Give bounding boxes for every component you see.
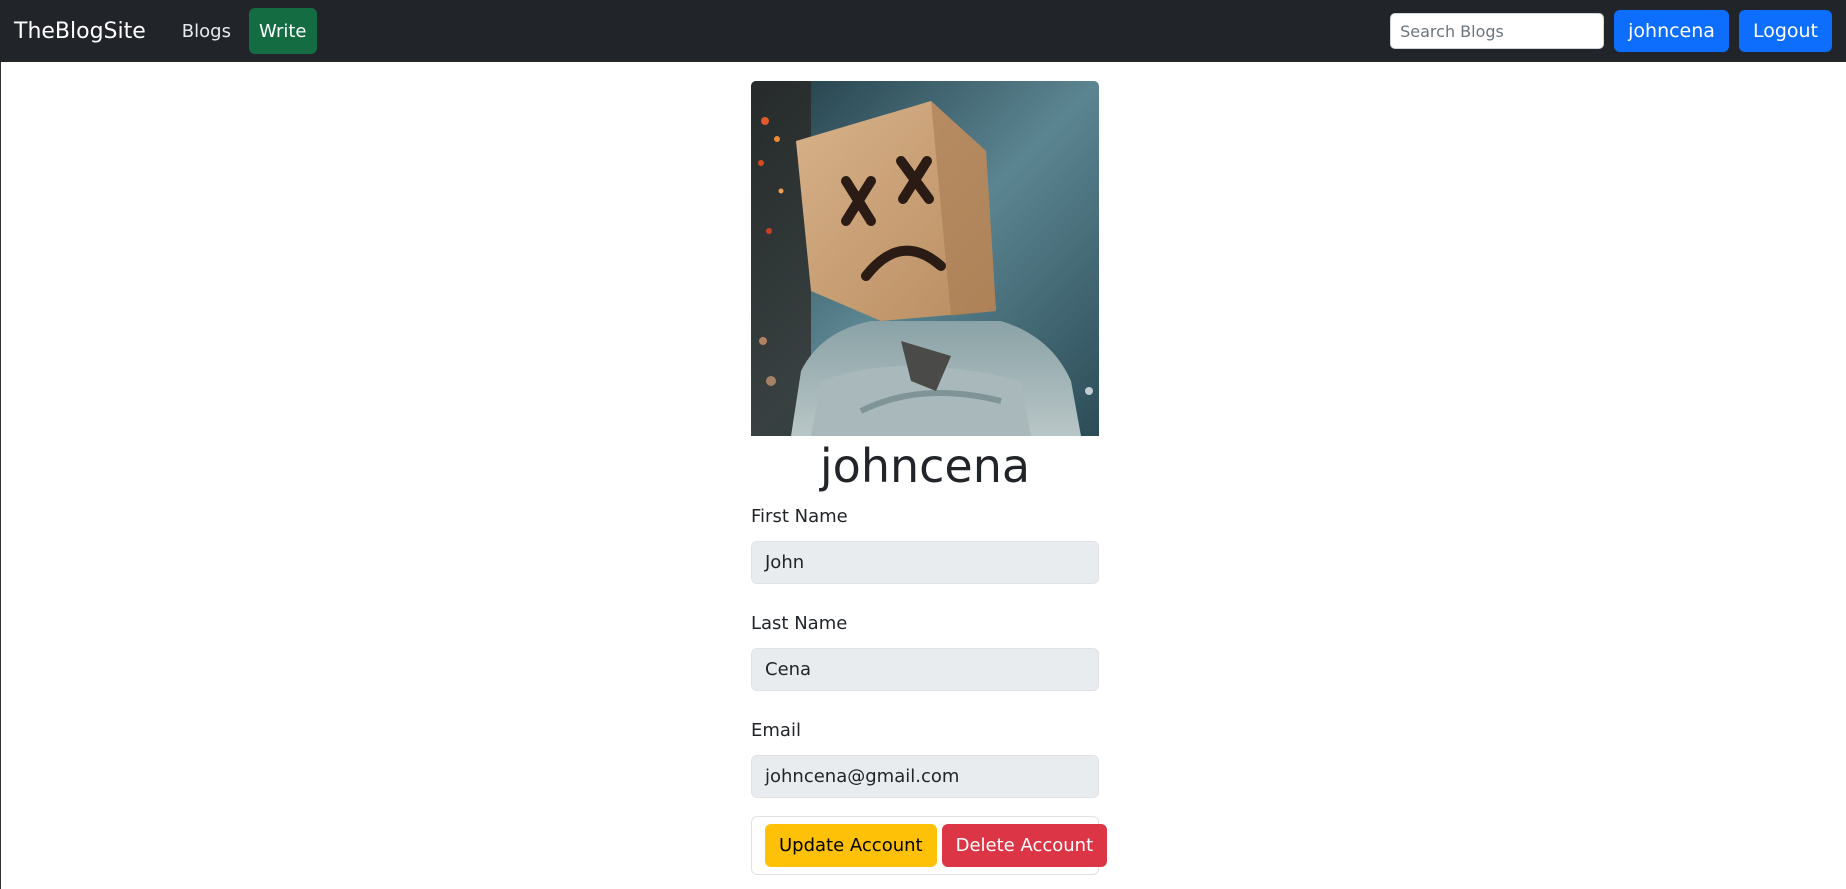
email-field[interactable]: johncena@gmail.com — [751, 755, 1099, 798]
nav-write-button[interactable]: Write — [248, 8, 317, 54]
search-input[interactable] — [1390, 13, 1605, 49]
last-name-field[interactable]: Cena — [751, 648, 1099, 691]
navbar-right-group: johncena Logout — [1390, 10, 1832, 52]
user-profile-button[interactable]: johncena — [1614, 10, 1729, 52]
account-actions: Update Account Delete Account — [751, 816, 1108, 875]
profile-card: johncena First Name John Last Name Cena … — [751, 81, 1108, 875]
update-account-button[interactable]: Update Account — [765, 824, 937, 867]
last-name-label: Last Name — [751, 613, 848, 634]
first-name-field[interactable]: John — [751, 541, 1099, 584]
page-left-border — [0, 62, 1, 889]
profile-avatar-image — [751, 81, 1099, 436]
delete-account-button[interactable]: Delete Account — [941, 824, 1108, 867]
first-name-label: First Name — [751, 506, 848, 527]
email-label: Email — [751, 720, 801, 741]
brand-link[interactable]: TheBlogSite — [14, 19, 146, 44]
nav-blogs-link[interactable]: Blogs — [172, 12, 241, 51]
top-navbar: TheBlogSite Blogs Write johncena Logout — [0, 0, 1846, 62]
logout-button[interactable]: Logout — [1738, 10, 1832, 52]
profile-username: johncena — [819, 439, 1031, 493]
